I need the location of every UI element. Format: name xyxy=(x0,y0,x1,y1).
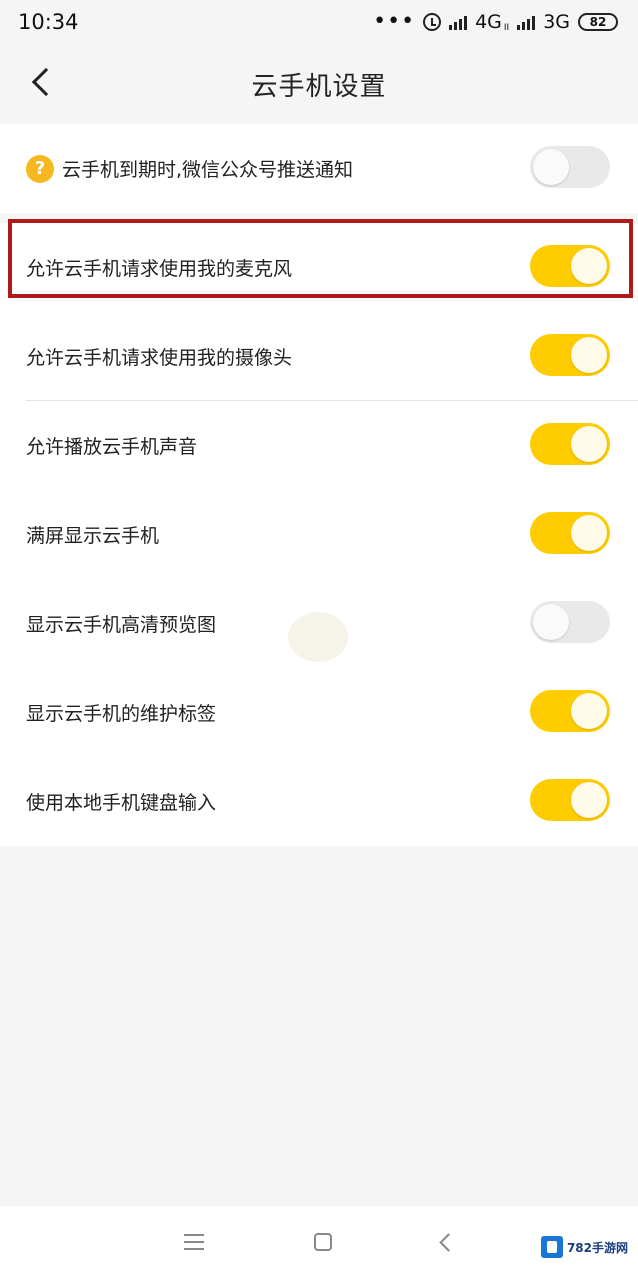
toggle-knob xyxy=(571,782,607,818)
toggle-switch[interactable] xyxy=(530,423,610,465)
status-time: 10:34 xyxy=(18,10,79,34)
section-gap xyxy=(0,213,638,223)
toggle-knob xyxy=(571,248,607,284)
setting-row-camera: 允许云手机请求使用我的摄像头 xyxy=(0,312,638,401)
toggle-switch[interactable] xyxy=(530,779,610,821)
help-icon[interactable]: ? xyxy=(26,154,54,183)
page-title: 云手机设置 xyxy=(251,71,387,102)
more-dots-icon: ••• xyxy=(373,9,416,34)
battery-icon: 82 xyxy=(578,13,618,31)
network-4g-sub: II xyxy=(503,23,510,33)
toggle-knob xyxy=(571,515,607,551)
setting-label: 使用本地手机键盘输入 xyxy=(26,792,217,814)
status-icons: ••• 4G II 3G 82 xyxy=(373,11,618,33)
setting-row-sound: 允许播放云手机声音 xyxy=(0,401,638,490)
toggle-knob xyxy=(571,426,607,462)
toggle-knob xyxy=(533,149,569,185)
toggle-switch[interactable] xyxy=(530,146,610,188)
toggle-knob xyxy=(533,604,569,640)
toggle-switch[interactable] xyxy=(530,334,610,376)
settings-list: ? 云手机到期时,微信公众号推送通知 允许云手机请求使用我的麦克风 允许云手机请… xyxy=(0,124,638,846)
menu-icon[interactable] xyxy=(183,1234,204,1250)
setting-row-wechat-notify: ? 云手机到期时,微信公众号推送通知 xyxy=(0,124,638,213)
logo-text: 782手游网 xyxy=(566,1240,628,1255)
setting-label: 允许云手机请求使用我的麦克风 xyxy=(26,258,293,280)
setting-row-fullscreen: 满屏显示云手机 xyxy=(0,490,638,579)
toggle-knob xyxy=(571,693,607,729)
toggle-switch[interactable] xyxy=(530,512,610,554)
signal-icon xyxy=(449,14,468,30)
status-bar: 10:34 ••• 4G II 3G 82 xyxy=(0,0,638,44)
setting-row-maintenance-tag: 显示云手机的维护标签 xyxy=(0,668,638,757)
logo-icon xyxy=(540,1236,563,1258)
setting-label: 显示云手机的维护标签 xyxy=(26,703,217,725)
setting-label: 允许云手机请求使用我的摄像头 xyxy=(26,347,293,369)
toggle-switch[interactable] xyxy=(530,245,610,287)
home-icon[interactable] xyxy=(313,1233,332,1251)
alarm-icon xyxy=(423,13,442,31)
signal-icon-2 xyxy=(517,14,536,30)
toggle-switch[interactable] xyxy=(530,601,610,643)
toggle-knob xyxy=(571,337,607,373)
site-logo: 782手游网 xyxy=(536,1234,632,1260)
network-4g-label: 4G xyxy=(475,11,502,33)
watermark-image xyxy=(288,612,348,662)
setting-label: 允许播放云手机声音 xyxy=(26,436,198,458)
toggle-switch[interactable] xyxy=(530,690,610,732)
nav-bar: 云手机设置 xyxy=(0,44,638,124)
back-arrow-icon[interactable] xyxy=(31,67,61,97)
setting-row-microphone: 允许云手机请求使用我的麦克风 xyxy=(0,223,638,312)
network-3g-label: 3G xyxy=(543,11,570,33)
setting-row-local-keyboard: 使用本地手机键盘输入 xyxy=(0,757,638,846)
back-nav-icon[interactable] xyxy=(438,1232,458,1252)
setting-label: 满屏显示云手机 xyxy=(26,525,160,547)
